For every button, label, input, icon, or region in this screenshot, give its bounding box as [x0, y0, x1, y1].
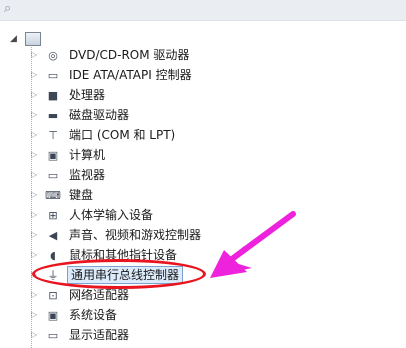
- tree-item[interactable]: ▷ ⊞ 人体学输入设备: [31, 205, 155, 225]
- expand-arrow-icon[interactable]: ▷: [31, 91, 39, 99]
- expand-arrow-icon[interactable]: ▷: [31, 211, 39, 219]
- tree-item-label: 显示适配器: [69, 328, 130, 342]
- tree-item[interactable]: ▷ ⌨ 键盘: [31, 185, 95, 205]
- tree-item-label: 端口 (COM 和 LPT): [69, 128, 176, 142]
- hid-icon: ⊞: [48, 208, 58, 222]
- expand-arrow-icon[interactable]: ▷: [31, 191, 39, 199]
- tree-item-label: 键盘: [69, 188, 94, 202]
- disk-drive-icon: ▬: [47, 108, 59, 122]
- tree-item[interactable]: ▷ ⊡ 网络适配器: [31, 285, 131, 305]
- tree-item-label: 计算机: [69, 148, 106, 162]
- tree-item[interactable]: ▷ ■ 处理器: [31, 85, 107, 105]
- computer-icon: [25, 32, 41, 46]
- mouse-icon: ◖: [50, 248, 56, 262]
- port-icon: ⊤: [48, 128, 58, 142]
- tree-item[interactable]: ▷ ◀ 声音、视频和游戏控制器: [31, 225, 203, 245]
- expand-arrow-icon[interactable]: ▷: [31, 291, 39, 299]
- tree-item[interactable]: ▷ ◖ 鼠标和其他指针设备: [31, 245, 179, 265]
- tree-item-label: 鼠标和其他指针设备: [69, 248, 178, 262]
- processor-icon: ■: [47, 88, 59, 102]
- tree-item-label: 系统设备: [69, 308, 118, 322]
- collapse-arrow-icon[interactable]: ◢: [10, 34, 19, 44]
- expand-arrow-icon[interactable]: ▷: [31, 311, 39, 319]
- expand-arrow-icon[interactable]: ▷: [31, 171, 39, 179]
- computer-icon: ⌕: [4, 1, 12, 16]
- usb-icon: ⏚: [47, 269, 59, 282]
- computer-icon: ▣: [47, 148, 59, 162]
- speaker-icon: ◀: [48, 228, 58, 242]
- expand-arrow-icon[interactable]: ▷: [31, 51, 39, 59]
- expand-arrow-icon[interactable]: ▷: [31, 111, 39, 119]
- expand-arrow-icon[interactable]: ▷: [31, 251, 39, 259]
- tree-item[interactable]: ▷ ▬ 磁盘驱动器: [31, 105, 131, 125]
- ide-controller-icon: ▭: [47, 68, 59, 82]
- tree-item-label: DVD/CD-ROM 驱动器: [69, 48, 190, 62]
- tree-item-label: 人体学输入设备: [69, 208, 154, 222]
- tree-item-label: IDE ATA/ATAPI 控制器: [69, 68, 192, 82]
- toolbar: ⌕: [0, 0, 406, 21]
- tree-item[interactable]: ▷ ⏚ 通用串行总线控制器: [31, 265, 184, 285]
- keyboard-icon: ⌨: [45, 188, 61, 202]
- tree-item-label: 处理器: [69, 88, 106, 102]
- tree-item[interactable]: ▷ ▣ 系统设备: [31, 305, 119, 325]
- tree-item-label: 声音、视频和游戏控制器: [69, 228, 202, 242]
- expand-arrow-icon[interactable]: ▷: [31, 231, 39, 239]
- monitor-icon: ▭: [47, 168, 59, 182]
- expand-arrow-icon[interactable]: ▷: [31, 331, 39, 339]
- tree-item[interactable]: ▷ ▭ 显示适配器: [31, 325, 131, 345]
- tree-item-label: 网络适配器: [69, 288, 130, 302]
- tree-item[interactable]: ▷ ▭ IDE ATA/ATAPI 控制器: [31, 65, 194, 85]
- tree-item-label: 监视器: [69, 168, 106, 182]
- expand-arrow-icon[interactable]: ▷: [31, 151, 39, 159]
- tree-item[interactable]: ▷ ▣ 计算机: [31, 145, 107, 165]
- tree-item[interactable]: ▷ ◎ DVD/CD-ROM 驱动器: [31, 45, 191, 65]
- tree-item-label: 通用串行总线控制器: [67, 266, 184, 284]
- network-adapter-icon: ⊡: [48, 288, 58, 302]
- system-device-icon: ▣: [47, 308, 59, 322]
- expand-arrow-icon[interactable]: ▷: [31, 71, 39, 79]
- dvd-drive-icon: ◎: [48, 48, 58, 62]
- expand-arrow-icon[interactable]: ▷: [31, 271, 39, 279]
- tree-item[interactable]: ▷ ▭ 监视器: [31, 165, 107, 185]
- display-adapter-icon: ▭: [47, 328, 59, 342]
- tree-item-label: 磁盘驱动器: [69, 108, 130, 122]
- expand-arrow-icon[interactable]: ▷: [31, 131, 39, 139]
- tree-item[interactable]: ▷ ⊤ 端口 (COM 和 LPT): [31, 125, 177, 145]
